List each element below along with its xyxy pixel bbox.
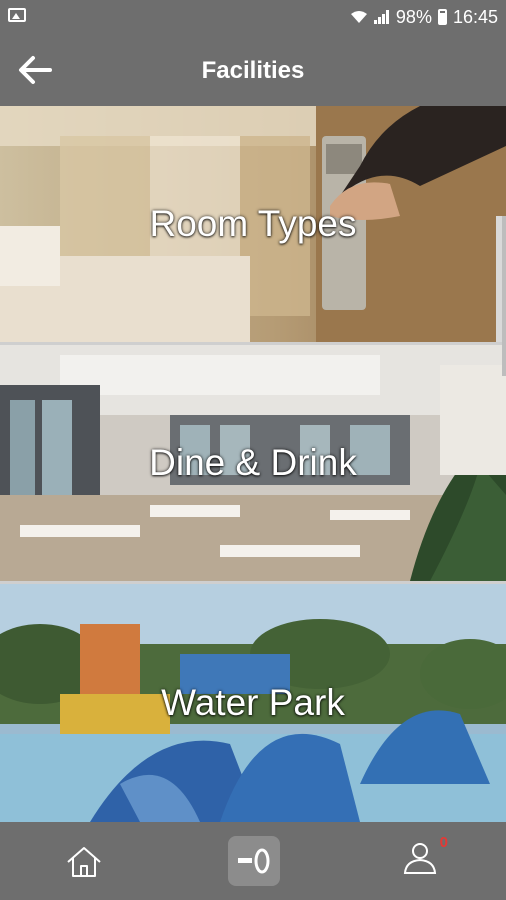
notification-badge: 0	[439, 834, 448, 851]
facility-card-water-park[interactable]: Water Park	[0, 584, 506, 822]
facility-label: Water Park	[161, 682, 345, 723]
user-icon	[403, 843, 437, 874]
facility-label: Dine & Drink	[149, 442, 357, 483]
arrow-left-icon	[19, 56, 52, 84]
battery-percentage: 98%	[395, 6, 432, 27]
nav-home-button[interactable]	[62, 842, 106, 882]
facility-label: Room Types	[149, 203, 357, 244]
battery-icon	[437, 9, 447, 25]
clock: 16:45	[452, 6, 498, 27]
nav-key-button[interactable]	[228, 836, 280, 886]
bottom-nav: 0	[0, 822, 506, 900]
gallery-icon	[8, 8, 26, 22]
nav-profile-button[interactable]: 0	[402, 834, 448, 884]
back-button[interactable]	[14, 50, 56, 90]
scrollbar[interactable]	[502, 216, 506, 376]
facility-card-room-types[interactable]: Room Types	[0, 106, 506, 342]
facilities-list: Room Types Dine & Drink Water Park	[0, 106, 506, 822]
room-key-icon	[238, 848, 270, 874]
status-bar: 98% 16:45	[0, 0, 506, 34]
signal-icon	[373, 10, 389, 24]
page-title: Facilities	[201, 57, 305, 84]
facility-card-dine-drink[interactable]: Dine & Drink	[0, 345, 506, 581]
app-bar: Facilities	[0, 34, 506, 106]
home-icon	[67, 847, 101, 877]
wifi-icon	[350, 11, 367, 23]
